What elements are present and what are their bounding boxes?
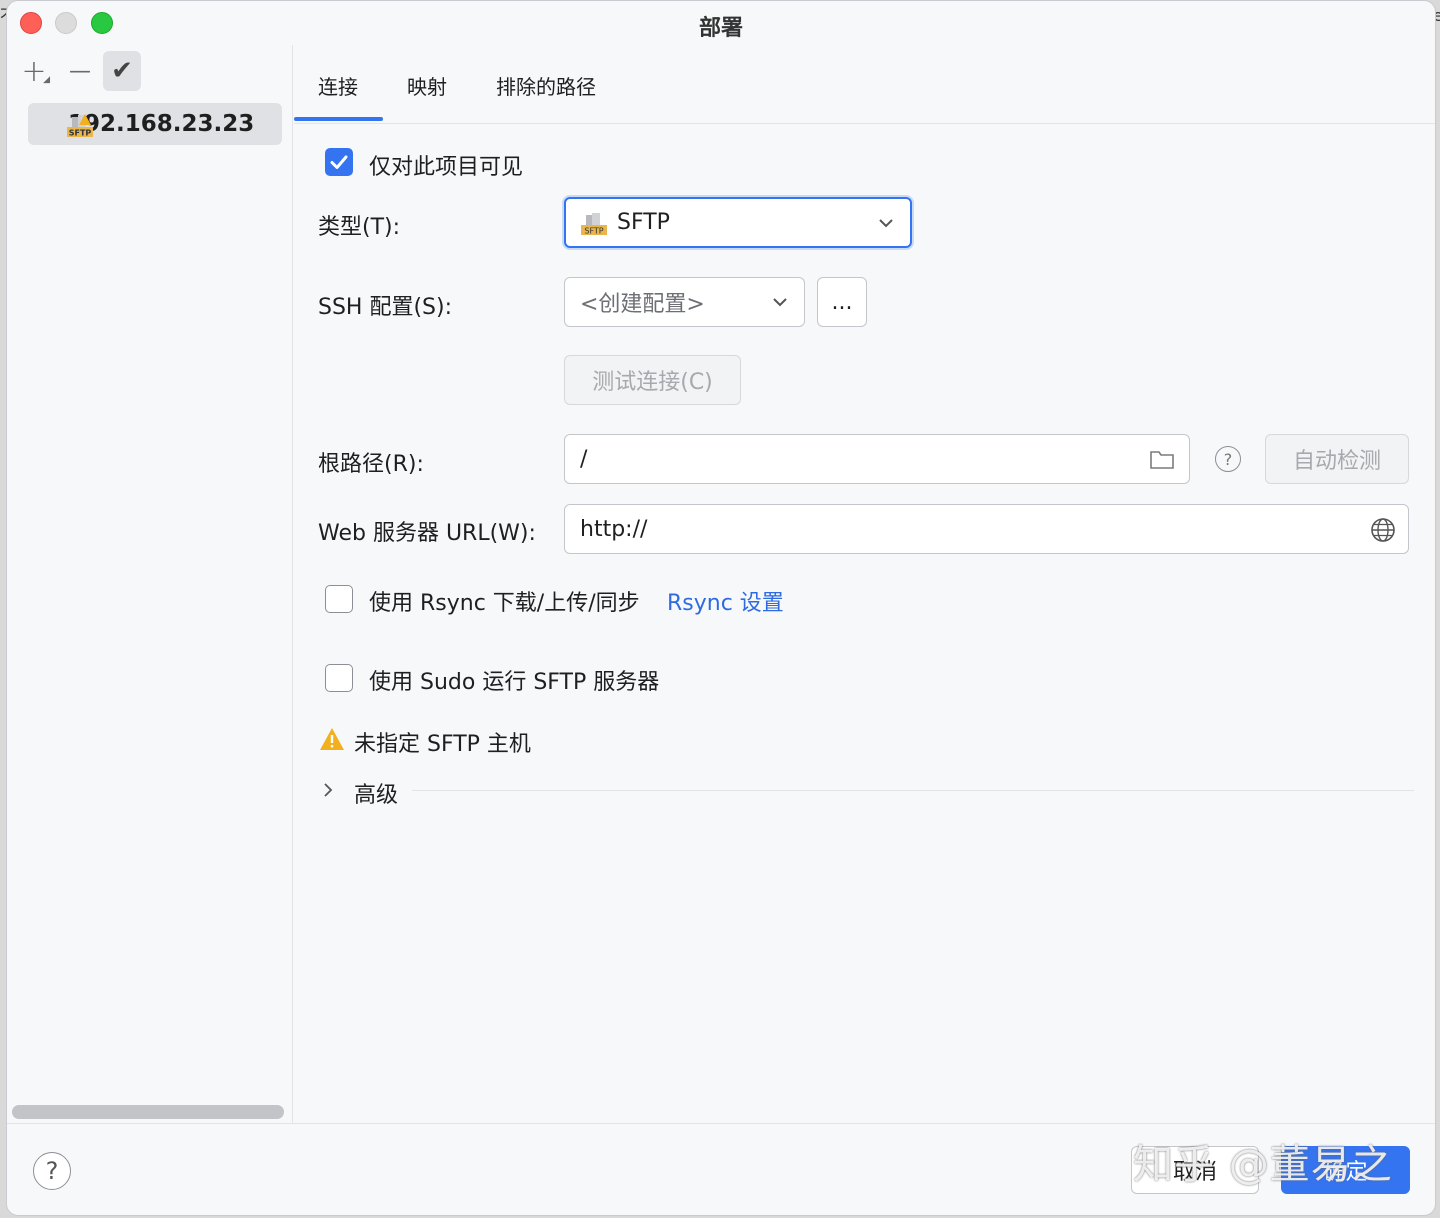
- horizontal-scrollbar[interactable]: [12, 1105, 284, 1119]
- use-sudo-label: 使用 Sudo 运行 SFTP 服务器: [369, 670, 660, 695]
- chevron-right-icon: [324, 783, 333, 797]
- ok-button[interactable]: 确定: [1281, 1146, 1410, 1194]
- warning-message: 未指定 SFTP 主机: [354, 732, 531, 757]
- ssh-config-label: SSH 配置(S):: [318, 295, 453, 320]
- server-label: 192.168.23.23: [68, 111, 255, 137]
- use-rsync-label: 使用 Rsync 下载/上传/同步: [369, 591, 640, 616]
- checkmark-icon: ✔: [111, 56, 133, 86]
- chevron-down-icon: [879, 219, 893, 228]
- web-server-url-input[interactable]: http://: [564, 504, 1409, 554]
- check-icon: [330, 155, 348, 169]
- autodetect-button[interactable]: 自动检测: [1265, 434, 1409, 484]
- ssh-config-value: <创建配置>: [580, 292, 705, 317]
- title-bar: 部署: [7, 1, 1435, 45]
- type-select[interactable]: SFTP SFTP: [564, 197, 912, 248]
- dropdown-corner-icon: ◢: [43, 75, 50, 85]
- svg-text:SFTP: SFTP: [69, 129, 92, 138]
- test-connection-button[interactable]: 测试连接(C): [564, 355, 741, 405]
- root-path-value: /: [580, 446, 588, 472]
- remove-icon: —: [69, 58, 91, 84]
- tab-mappings[interactable]: 映射: [407, 71, 447, 100]
- warning-icon: [320, 728, 344, 750]
- visible-only-project-label: 仅对此项目可见: [369, 155, 524, 180]
- web-server-url-value: http://: [580, 516, 648, 542]
- sftp-icon: SFTP: [581, 213, 607, 236]
- help-icon[interactable]: ?: [1215, 446, 1241, 472]
- advanced-label: 高级: [354, 783, 399, 808]
- tab-excluded-paths[interactable]: 排除的路径: [496, 71, 596, 100]
- server-sidebar: + ◢ — ✔ SFTP 192.168.23.23: [7, 45, 293, 1123]
- use-sudo-checkbox[interactable]: [325, 664, 353, 692]
- active-tab-indicator: [294, 117, 383, 121]
- svg-text:SFTP: SFTP: [584, 227, 603, 236]
- use-rsync-checkbox[interactable]: [325, 585, 353, 613]
- rsync-settings-link[interactable]: Rsync 设置: [667, 585, 784, 617]
- help-button[interactable]: ?: [33, 1152, 71, 1190]
- ssh-config-select[interactable]: <创建配置>: [564, 277, 805, 327]
- type-value: SFTP: [617, 210, 670, 235]
- globe-icon[interactable]: [1370, 517, 1396, 543]
- root-path-label: 根路径(R):: [318, 452, 424, 477]
- web-server-url-label: Web 服务器 URL(W):: [318, 521, 536, 546]
- advanced-separator: [412, 790, 1414, 791]
- ssh-config-more-button[interactable]: ...: [817, 277, 867, 327]
- deployment-dialog: 部署 + ◢ — ✔ SFTP 192.168.23.23 连接 映射 排除的路…: [6, 0, 1436, 1216]
- tab-connection[interactable]: 连接: [318, 71, 358, 100]
- chevron-down-icon: [773, 298, 787, 307]
- window-title: 部署: [698, 16, 743, 41]
- type-label: 类型(T):: [318, 215, 401, 240]
- remove-server-button[interactable]: —: [61, 51, 99, 91]
- root-path-input[interactable]: /: [564, 434, 1190, 484]
- advanced-section-toggle[interactable]: 高级: [322, 773, 422, 809]
- folder-icon[interactable]: [1149, 448, 1175, 470]
- tab-bar: 连接 映射 排除的路径: [294, 45, 1435, 124]
- dialog-footer: ? 取消 确定 知乎 @董易之: [7, 1123, 1435, 1215]
- connection-panel: 仅对此项目可见 类型(T): SFTP SFTP SSH 配置(S): <创建配…: [294, 123, 1435, 1123]
- cancel-button[interactable]: 取消: [1131, 1146, 1259, 1194]
- sftp-icon: SFTP: [67, 114, 93, 138]
- visible-only-project-checkbox[interactable]: [325, 148, 353, 176]
- server-list-item[interactable]: SFTP 192.168.23.23: [28, 103, 282, 145]
- add-server-button[interactable]: + ◢: [15, 51, 53, 91]
- set-default-server-button[interactable]: ✔: [103, 51, 141, 91]
